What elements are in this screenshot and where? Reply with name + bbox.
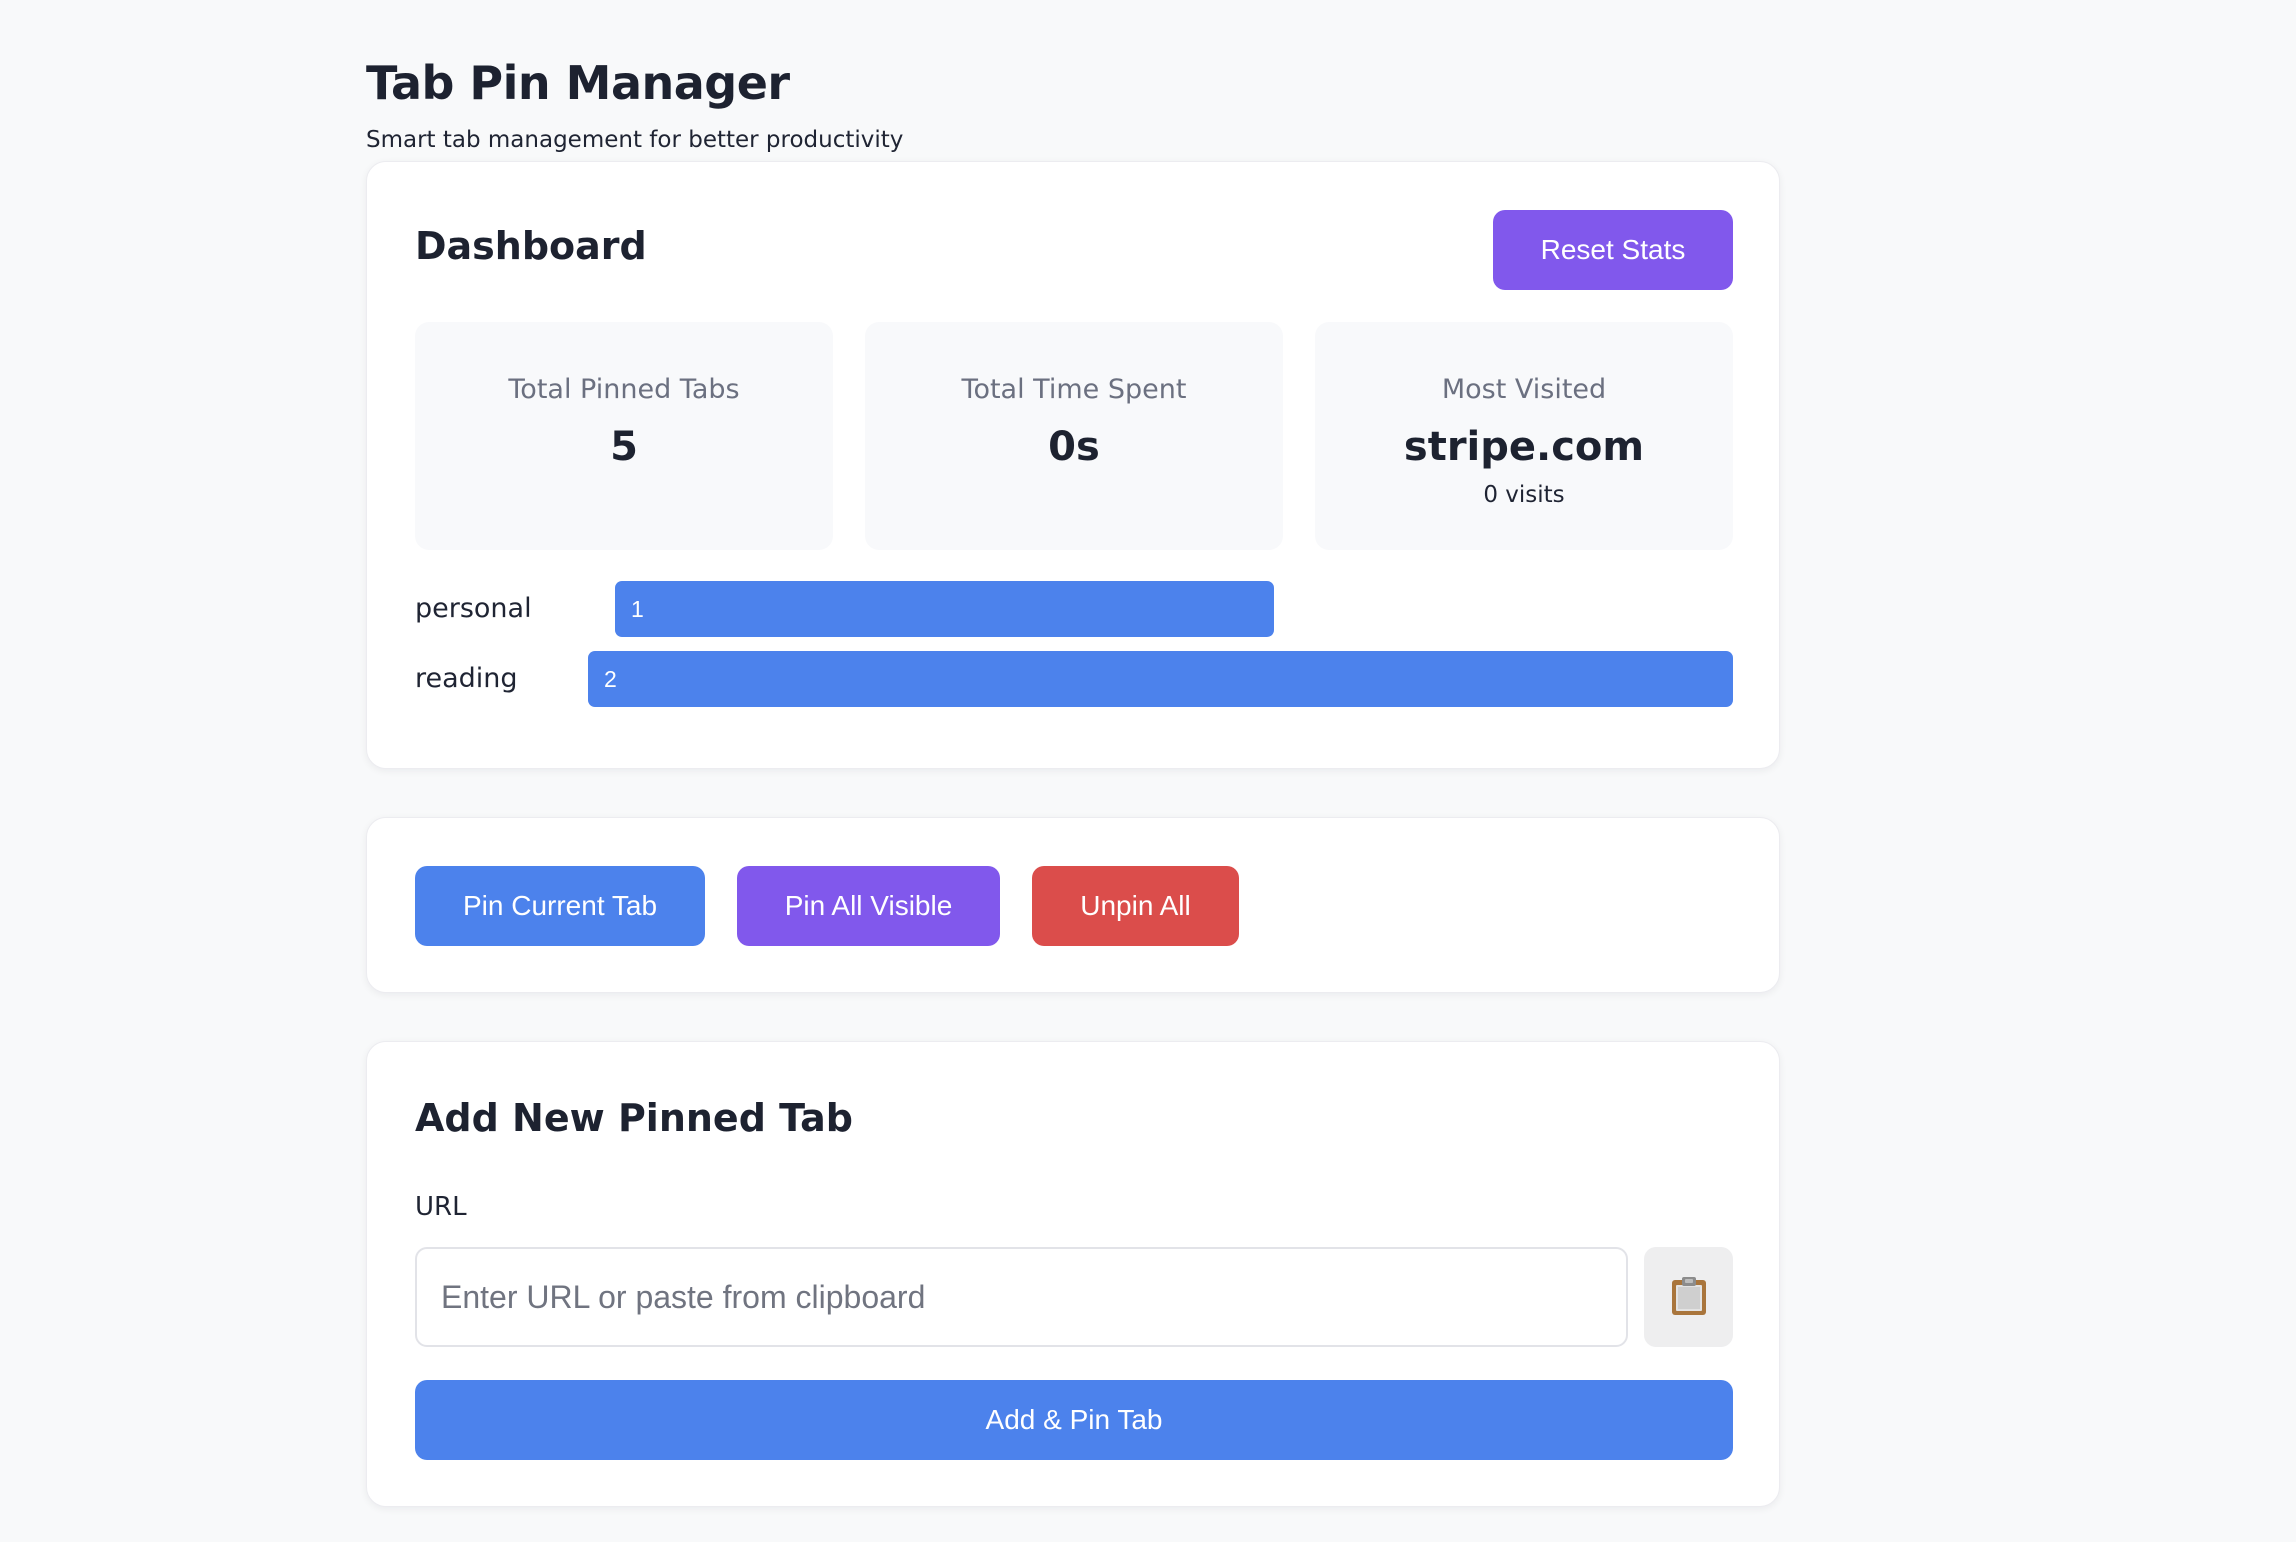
dashboard-card: Dashboard Reset Stats Total Pinned Tabs … (366, 161, 1780, 769)
category-label: reading (415, 663, 518, 694)
category-row-reading: reading 2 (415, 651, 1733, 707)
url-input[interactable] (415, 1247, 1628, 1347)
stat-value: 0s (1048, 424, 1100, 470)
clipboard-icon (1670, 1275, 1708, 1320)
category-label: personal (415, 593, 532, 624)
add-tab-card: Add New Pinned Tab URL Add & Pin Tab (366, 1041, 1780, 1507)
app-subtitle: Smart tab management for better producti… (366, 127, 904, 153)
stat-total-time-spent: Total Time Spent 0s (865, 322, 1283, 550)
stat-value: stripe.com (1403, 424, 1645, 470)
reset-stats-button[interactable]: Reset Stats (1493, 210, 1733, 290)
unpin-all-button[interactable]: Unpin All (1032, 866, 1239, 946)
stat-label: Total Pinned Tabs (508, 374, 740, 405)
stat-most-visited: Most Visited stripe.com 0 visits (1315, 322, 1733, 550)
paste-clipboard-button[interactable] (1644, 1247, 1733, 1347)
stat-sub-visits: 0 visits (1483, 482, 1565, 508)
stat-label: Most Visited (1441, 374, 1607, 405)
add-pin-tab-button[interactable]: Add & Pin Tab (415, 1380, 1733, 1460)
stat-total-pinned-tabs: Total Pinned Tabs 5 (415, 322, 833, 550)
category-bar: 2 (588, 651, 1733, 707)
app-title: Tab Pin Manager (366, 56, 790, 110)
add-tab-title: Add New Pinned Tab (415, 1096, 854, 1140)
stat-value: 5 (610, 424, 638, 470)
dashboard-title: Dashboard (415, 224, 647, 268)
category-bar: 1 (615, 581, 1274, 637)
category-row-personal: personal 1 (415, 581, 1733, 637)
actions-card: Pin Current Tab Pin All Visible Unpin Al… (366, 817, 1780, 993)
url-label: URL (415, 1192, 467, 1222)
pin-current-tab-button[interactable]: Pin Current Tab (415, 866, 705, 946)
stat-label: Total Time Spent (961, 374, 1187, 405)
pin-all-visible-button[interactable]: Pin All Visible (737, 866, 1000, 946)
